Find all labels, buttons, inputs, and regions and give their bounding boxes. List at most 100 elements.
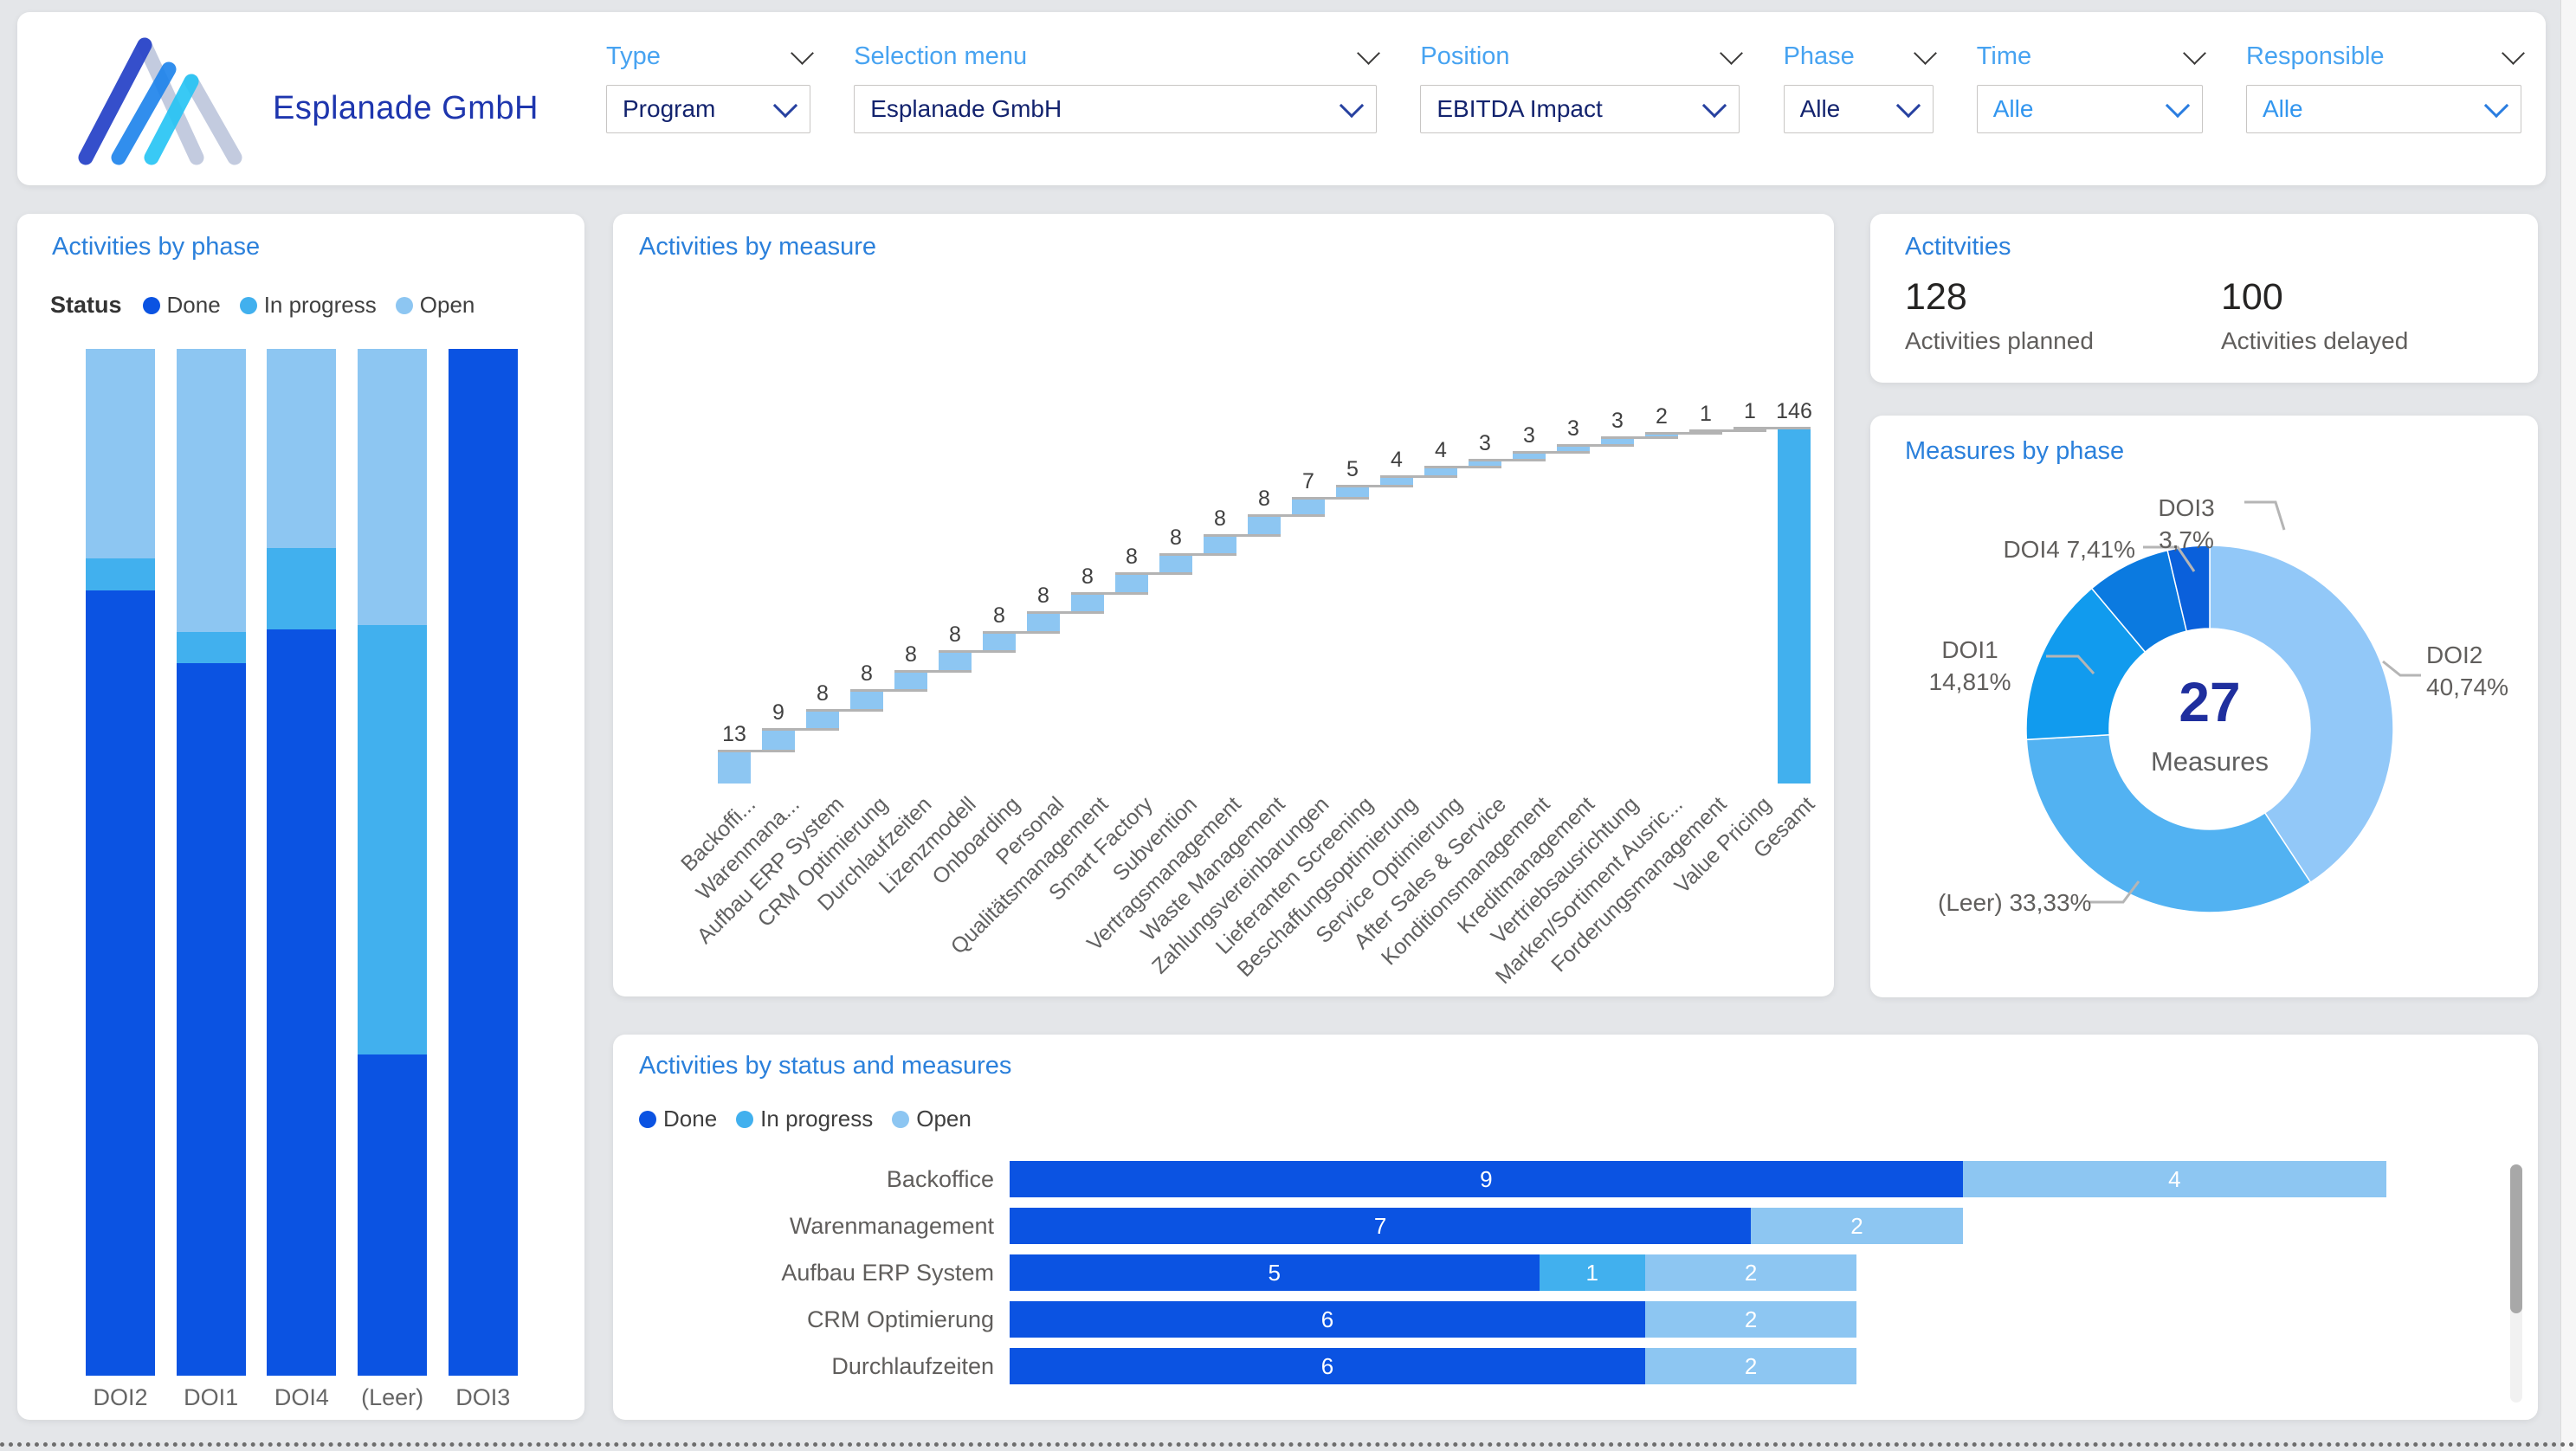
filter-dropdown[interactable]: EBITDA Impact (1420, 85, 1740, 133)
stacked-bar: 72 (1010, 1208, 2386, 1244)
waterfall-bar-Backoffi...[interactable] (718, 751, 751, 784)
legend-dot-icon (639, 1111, 656, 1128)
data-label: 13 (700, 722, 769, 747)
stacked-column-(Leer) (358, 349, 427, 1376)
stacked-bar: 62 (1010, 1301, 2386, 1338)
filter-selection-menu: Selection menu Esplanade GmbH (854, 36, 1377, 166)
bar-segment-durchlaufzeiten-done[interactable]: 6 (1010, 1348, 1645, 1384)
panel-title: Activities by status and measures (639, 1052, 1011, 1080)
filter-label: Phase (1784, 42, 1855, 71)
filter-dropdown[interactable]: Alle (1784, 85, 1934, 133)
filter-label: Selection menu (854, 42, 1027, 71)
waterfall-bar-Lizenzmodell[interactable] (939, 652, 972, 671)
panel-scrollbar-thumb[interactable] (2510, 1164, 2522, 1313)
bar-segment-DOI1-done[interactable] (177, 663, 246, 1376)
filter-dropdown[interactable]: Esplanade GmbH (854, 85, 1377, 133)
bar-segment-backoffice-done[interactable]: 9 (1010, 1161, 1963, 1197)
waterfall-bar-Aufbau ERP System[interactable] (806, 711, 839, 730)
waterfall-bar-Personal[interactable] (1027, 613, 1060, 632)
waterfall-bar-Gesamt[interactable] (1778, 429, 1811, 784)
legend-item-open[interactable]: Open (892, 1106, 972, 1132)
bar-segment-warenmanagement-open[interactable]: 2 (1751, 1208, 1963, 1244)
waterfall-connector (1292, 497, 1369, 500)
filter-label: Time (1977, 42, 2031, 71)
bar-segment-durchlaufzeiten-open[interactable]: 2 (1645, 1348, 1857, 1384)
bar-segment-aufbau-erp-system-done[interactable]: 5 (1010, 1254, 1540, 1291)
chevron-down-icon[interactable] (2502, 42, 2525, 65)
y-axis-label: Backoffice (613, 1166, 1010, 1193)
bar-segment-crm-optimierung-open[interactable]: 2 (1645, 1301, 1857, 1338)
stacked-column-DOI1 (177, 349, 246, 1376)
kpi-label: Activities delayed (2221, 327, 2408, 355)
bar-segment-DOI1-in-progress[interactable] (177, 632, 246, 663)
waterfall-plot: 13Backoffi...9Warenmana...8Aufbau ERP Sy… (613, 214, 1834, 996)
chevron-down-icon[interactable] (1357, 42, 1380, 65)
bar-segment-warenmanagement-done[interactable]: 7 (1010, 1208, 1751, 1244)
bar-segment-backoffice-open[interactable]: 4 (1963, 1161, 2386, 1197)
bar-segment-DOI4-open[interactable] (267, 349, 336, 548)
legend-item-done[interactable]: Done (143, 292, 221, 319)
filter-dropdown[interactable]: Alle (2246, 85, 2521, 133)
legend-item-in-progress[interactable]: In progress (736, 1106, 873, 1132)
waterfall-bar-Waste Management[interactable] (1248, 516, 1281, 535)
waterfall-bar-Vertragsmanagement[interactable] (1204, 536, 1236, 555)
legend-label: Done (167, 292, 221, 319)
bar-segment-(Leer)-done[interactable] (358, 1054, 427, 1376)
waterfall-connector (1204, 534, 1281, 537)
chevron-down-icon[interactable] (791, 42, 814, 65)
bar-segment-DOI1-open[interactable] (177, 349, 246, 632)
chevron-down-icon[interactable] (773, 94, 797, 118)
x-axis-label: (Leer) (347, 1384, 437, 1411)
waterfall-bar-Subvention[interactable] (1159, 555, 1192, 574)
y-axis-label: Durchlaufzeiten (613, 1353, 1010, 1380)
bar-row-backoffice: Backoffice94 (613, 1161, 2483, 1197)
legend-item-in-progress[interactable]: In progress (240, 292, 377, 319)
bar-row-warenmanagement: Warenmanagement72 (613, 1208, 2483, 1244)
header-bar: Esplanade GmbH TypeProgramSelection menu… (17, 12, 2546, 185)
x-axis-label: DOI2 (75, 1384, 165, 1411)
bar-segment-DOI2-done[interactable] (86, 590, 155, 1376)
page-scrollbar-track[interactable] (2560, 0, 2576, 1451)
bar-segment-DOI2-in-progress[interactable] (86, 558, 155, 590)
chevron-down-icon[interactable] (1702, 94, 1727, 118)
chevron-down-icon[interactable] (1720, 42, 1743, 65)
legend-item-open[interactable]: Open (396, 292, 475, 319)
filter-phase: Phase Alle (1784, 36, 1934, 166)
bar-segment-(Leer)-open[interactable] (358, 349, 427, 625)
bar-segment-DOI4-in-progress[interactable] (267, 548, 336, 629)
bar-segment-aufbau-erp-system-open[interactable]: 2 (1645, 1254, 1857, 1291)
data-label: 146 (1759, 399, 1829, 424)
filter-selected-value: Alle (1993, 95, 2034, 123)
chevron-down-icon[interactable] (1895, 94, 1920, 118)
legend-item-done[interactable]: Done (639, 1106, 717, 1132)
slice-pct: 14,81% (1896, 666, 2043, 698)
waterfall-connector (1336, 485, 1413, 487)
chevron-down-icon[interactable] (2183, 42, 2206, 65)
chevron-down-icon[interactable] (2484, 94, 2508, 118)
bar-segment-(Leer)-in-progress[interactable] (358, 625, 427, 1054)
waterfall-bar-Onboarding[interactable] (983, 633, 1016, 652)
stacked-column-plot (17, 349, 584, 1376)
x-axis-label: DOI1 (166, 1384, 256, 1411)
waterfall-bar-Qualitätsmanagement[interactable] (1071, 594, 1104, 613)
y-axis-label: Warenmanagement (613, 1213, 1010, 1240)
chevron-down-icon[interactable] (1914, 42, 1937, 65)
waterfall-connector (983, 631, 1060, 634)
waterfall-bar-Smart Factory[interactable] (1115, 574, 1148, 593)
filter-dropdown[interactable]: Alle (1977, 85, 2203, 133)
stacked-bar: 62 (1010, 1348, 2386, 1384)
bar-segment-DOI2-open[interactable] (86, 349, 155, 558)
waterfall-bar-CRM Optimierung[interactable] (850, 691, 883, 710)
panel-scrollbar-track[interactable] (2510, 1164, 2522, 1403)
chevron-down-icon[interactable] (2166, 94, 2190, 118)
waterfall-bar-Warenmana...[interactable] (762, 730, 795, 751)
filter-dropdown[interactable]: Program (606, 85, 810, 133)
waterfall-bar-Durchlaufzeiten[interactable] (894, 672, 927, 691)
bar-segment-DOI3-done[interactable] (449, 349, 518, 1376)
filter-selected-value: Alle (2263, 95, 2303, 123)
bar-segment-aufbau-erp-system-in-progress[interactable]: 1 (1540, 1254, 1645, 1291)
chevron-down-icon[interactable] (1340, 94, 1364, 118)
bar-segment-DOI4-done[interactable] (267, 629, 336, 1376)
slice-pct: 3,7% (2130, 524, 2243, 556)
bar-segment-crm-optimierung-done[interactable]: 6 (1010, 1301, 1645, 1338)
